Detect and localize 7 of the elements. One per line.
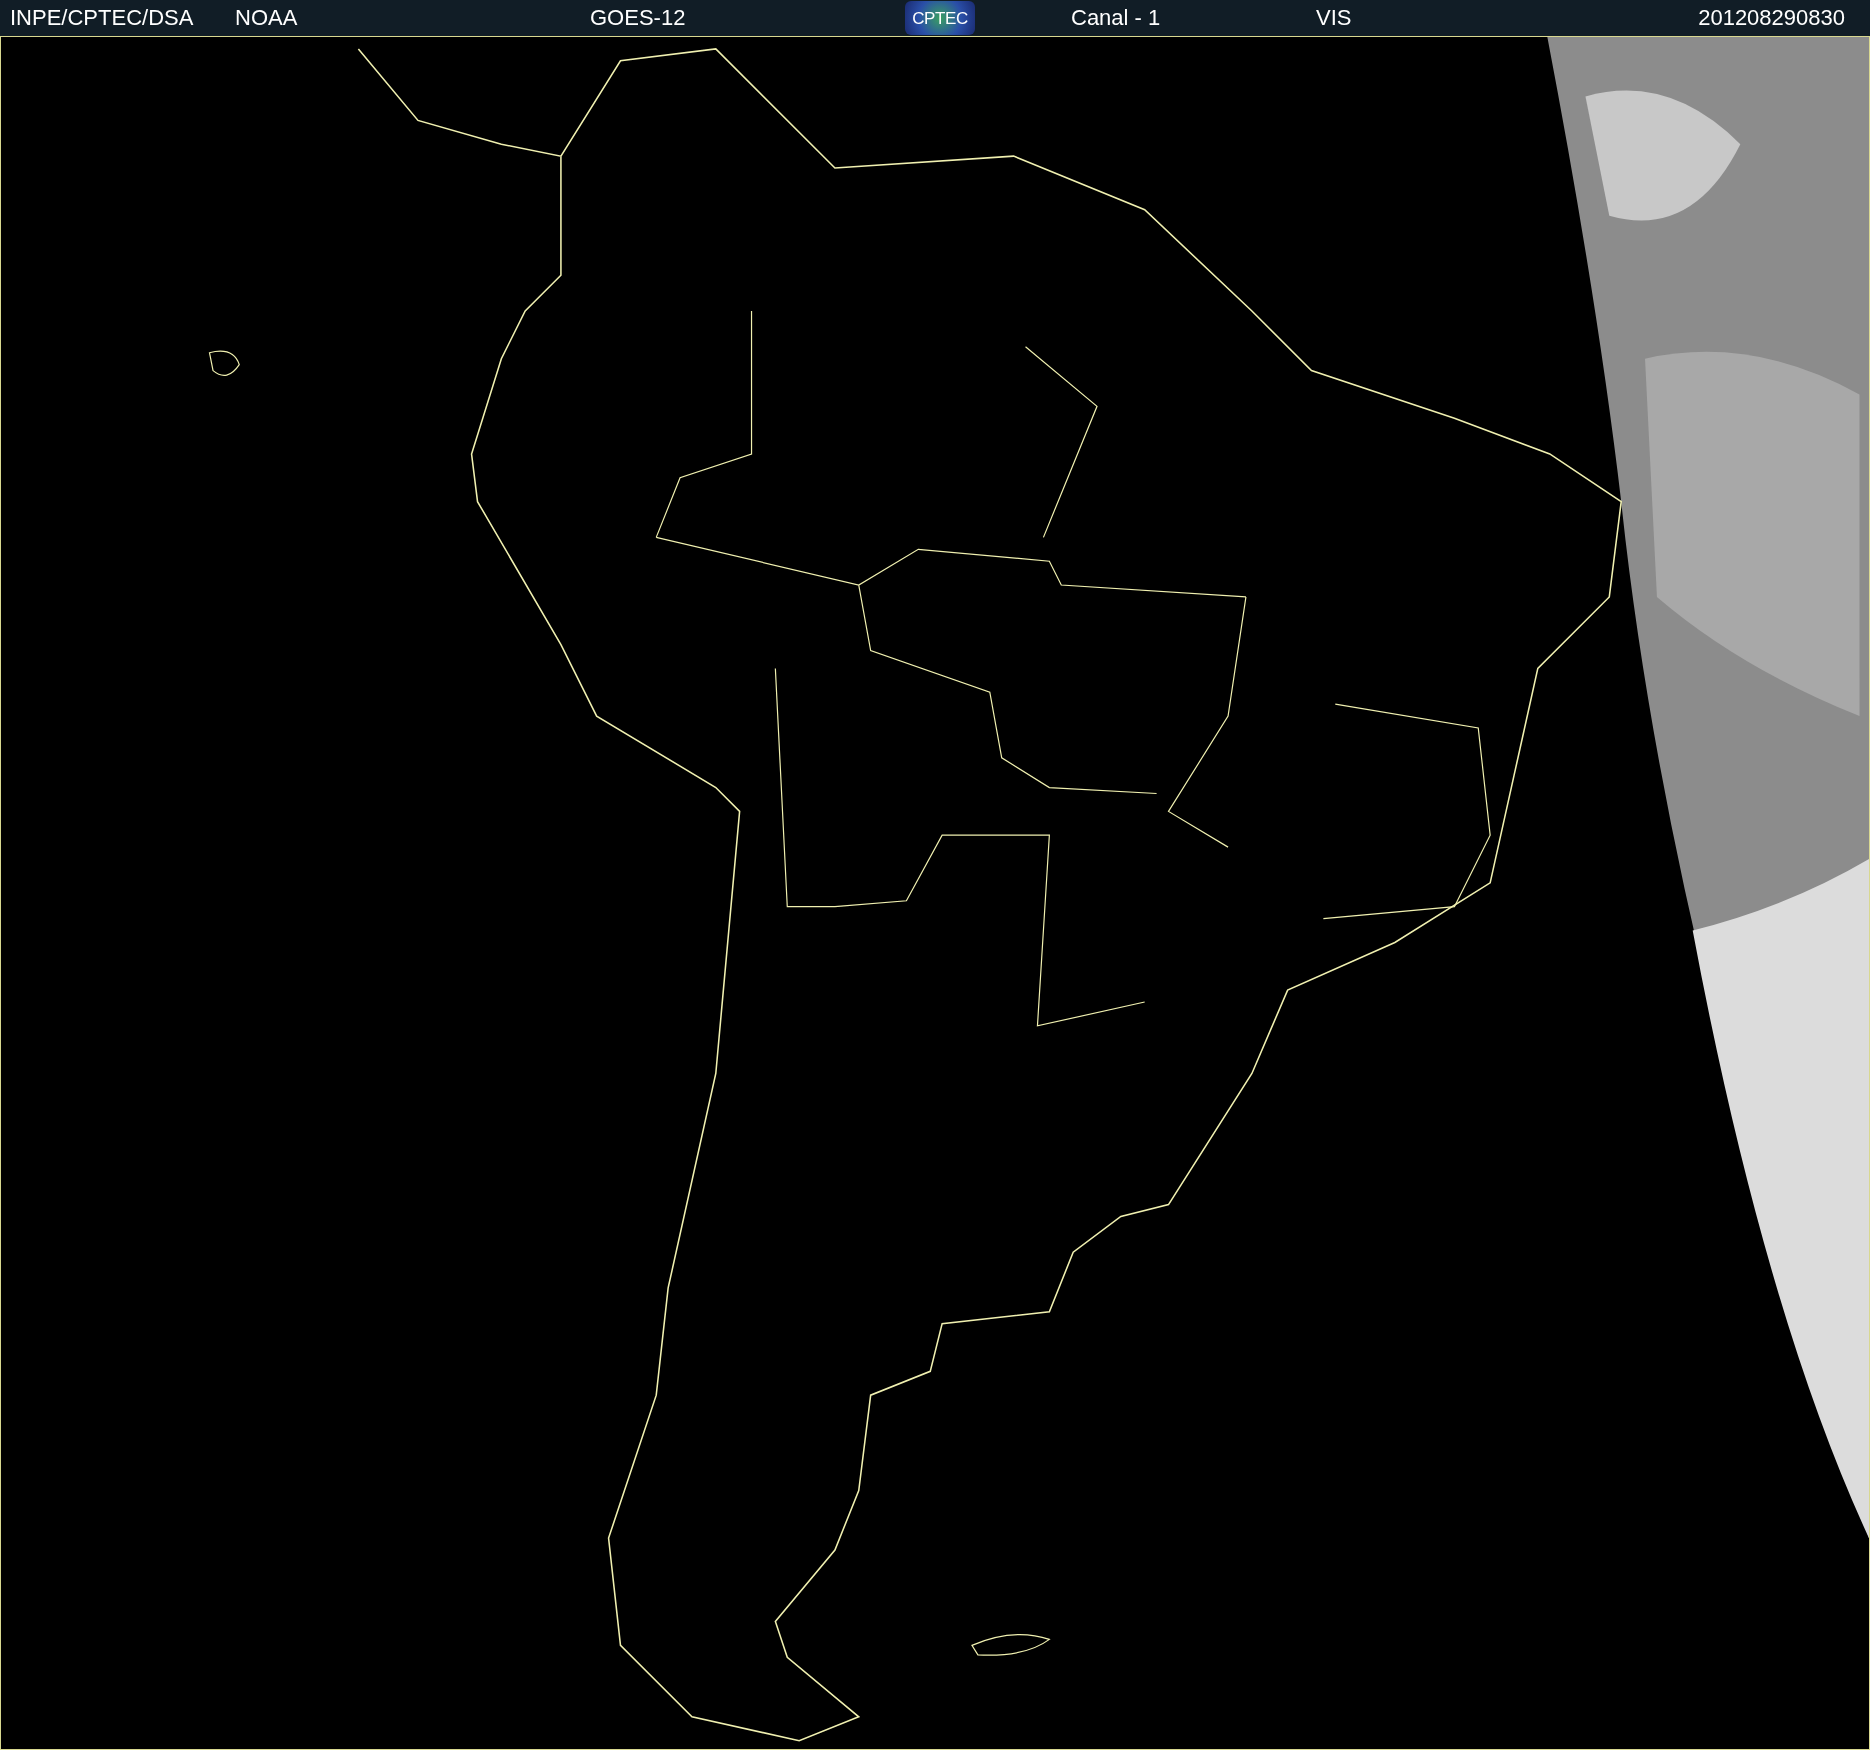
satellite-label: GOES-12: [590, 7, 687, 29]
channel-label: Canal - 1: [1071, 7, 1162, 29]
band-label: VIS: [1316, 7, 1353, 29]
agency-label: NOAA: [235, 7, 299, 29]
logo: CPTEC: [905, 1, 975, 35]
institution-label: INPE/CPTEC/DSA: [10, 7, 195, 29]
timestamp-label: 201208290830: [1698, 7, 1845, 29]
